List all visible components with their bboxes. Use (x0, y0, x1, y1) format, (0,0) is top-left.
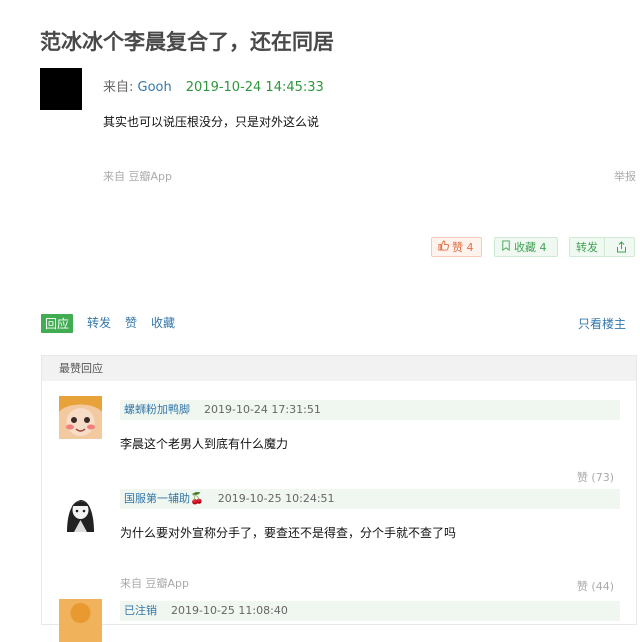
comment-text: 李晨这个老男人到底有什么魔力 (120, 437, 289, 451)
commenter-avatar[interactable] (59, 599, 102, 642)
report-link[interactable]: 举报 (614, 168, 636, 184)
share-button[interactable]: 转发 (569, 237, 635, 257)
comment-header: 已注销 2019-10-25 11:08:40 (120, 601, 620, 621)
post-title: 范冰冰个李晨复合了，还在同居 (40, 30, 334, 54)
post-date: 2019-10-24 14:45:33 (185, 80, 324, 95)
post-source: 来自 豆瓣App (103, 170, 172, 183)
commenter-avatar[interactable] (59, 489, 102, 532)
comment-tabs: 回应 转发 赞 收藏 (41, 314, 175, 333)
commenter-name[interactable]: 螺蛳粉加鸭脚 (124, 403, 190, 416)
tab-likes[interactable]: 赞 (125, 314, 137, 333)
like-label: 赞 4 (452, 241, 474, 254)
collect-label: 收藏 4 (514, 241, 547, 254)
tab-collections[interactable]: 收藏 (151, 314, 175, 333)
panel-title: 最赞回应 (42, 356, 636, 381)
only-op-link[interactable]: 只看楼主 (578, 315, 626, 332)
tab-replies[interactable]: 回应 (41, 314, 74, 333)
like-button[interactable]: 赞 4 (431, 237, 482, 257)
comment-text: 为什么要对外宣称分手了，要查还不是得查，分个手就不查了吗 (120, 526, 457, 540)
comment-source: 来自 豆瓣App (120, 577, 189, 590)
comment-like-button[interactable]: 赞 (73) (577, 469, 614, 485)
collect-button[interactable]: 收藏 4 (494, 237, 558, 257)
comment-time: 2019-10-25 10:24:51 (217, 492, 335, 505)
commenter-name[interactable]: 国服第一辅助🍒 (124, 492, 204, 505)
thumb-up-icon (438, 240, 450, 254)
commenter-avatar[interactable] (59, 396, 102, 439)
post-content: 其实也可以说压根没分，只是对外这么说 (103, 115, 320, 129)
upload-icon[interactable] (608, 241, 634, 253)
comment-like-button[interactable]: 赞 (44) (577, 578, 614, 594)
comment-header: 螺蛳粉加鸭脚 2019-10-24 17:31:51 (120, 400, 620, 420)
bookmark-icon (501, 240, 511, 254)
author-avatar[interactable] (40, 68, 82, 110)
comment-time: 2019-10-24 17:31:51 (204, 403, 321, 416)
from-label: 来自: (103, 80, 138, 95)
comment-header: 国服第一辅助🍒 2019-10-25 10:24:51 (120, 489, 620, 509)
author-link[interactable]: Gooh (138, 80, 172, 95)
top-comments-panel: 最赞回应 螺蛳粉加鸭脚 2019-10-24 17:31:51 李晨这个老男人到底… (41, 355, 637, 642)
share-label: 转发 (570, 238, 605, 256)
post-meta: 来自: Gooh 2019-10-24 14:45:33 (103, 76, 324, 95)
tab-reposts[interactable]: 转发 (87, 314, 111, 333)
